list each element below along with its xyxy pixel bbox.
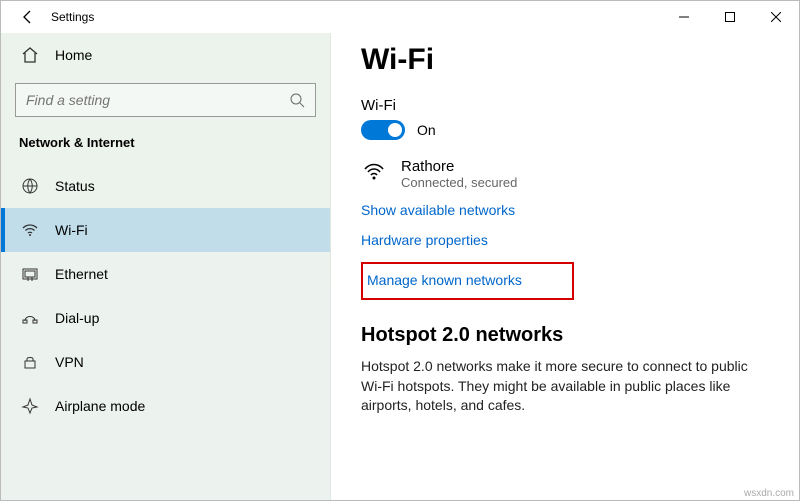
sidebar-item-ethernet[interactable]: Ethernet [1,252,330,296]
airplane-icon [19,397,41,415]
wifi-signal-icon [361,158,387,190]
wifi-toggle-state: On [417,122,436,138]
search-icon [289,92,305,108]
wifi-icon [19,221,41,239]
sidebar-item-airplane[interactable]: Airplane mode [1,384,330,428]
back-button[interactable] [13,9,43,25]
manage-known-highlight: Manage known networks [361,262,574,300]
minimize-button[interactable] [661,1,707,33]
status-icon [19,177,41,195]
main-panel: Wi-Fi Wi-Fi On Rathore Connected, secure… [331,33,799,500]
connection-status: Connected, secured [401,175,517,190]
window-controls [661,1,799,33]
maximize-button[interactable] [707,1,753,33]
hotspot-description: Hotspot 2.0 networks make it more secure… [361,357,769,416]
manage-known-link[interactable]: Manage known networks [367,272,522,288]
sidebar-item-label: Wi-Fi [55,222,88,238]
home-icon [19,46,41,64]
sidebar-item-dialup[interactable]: Dial-up [1,296,330,340]
search-box[interactable] [15,83,316,117]
window-title: Settings [51,10,94,24]
dialup-icon [19,309,41,327]
section-label: Network & Internet [1,131,330,164]
wifi-toggle[interactable] [361,120,405,140]
home-link[interactable]: Home [1,33,330,77]
vpn-icon [19,353,41,371]
wifi-toggle-label: Wi-Fi [361,97,769,114]
sidebar-item-label: Status [55,178,95,194]
current-connection[interactable]: Rathore Connected, secured [361,158,769,190]
sidebar-item-label: Ethernet [55,266,108,282]
titlebar: Settings [1,1,799,33]
close-button[interactable] [753,1,799,33]
sidebar: Home Network & Internet Status Wi-Fi Eth… [1,33,331,500]
show-available-link[interactable]: Show available networks [361,202,515,218]
hardware-properties-link[interactable]: Hardware properties [361,232,488,248]
sidebar-item-wifi[interactable]: Wi-Fi [1,208,330,252]
sidebar-item-label: VPN [55,354,84,370]
sidebar-item-vpn[interactable]: VPN [1,340,330,384]
sidebar-item-label: Airplane mode [55,398,145,414]
hotspot-heading: Hotspot 2.0 networks [361,324,769,347]
search-input[interactable] [26,92,289,108]
sidebar-item-label: Dial-up [55,310,99,326]
connection-name: Rathore [401,158,517,175]
page-title: Wi-Fi [361,43,769,77]
sidebar-item-status[interactable]: Status [1,164,330,208]
ethernet-icon [19,265,41,283]
watermark: wsxdn.com [744,488,794,499]
home-label: Home [55,47,92,63]
